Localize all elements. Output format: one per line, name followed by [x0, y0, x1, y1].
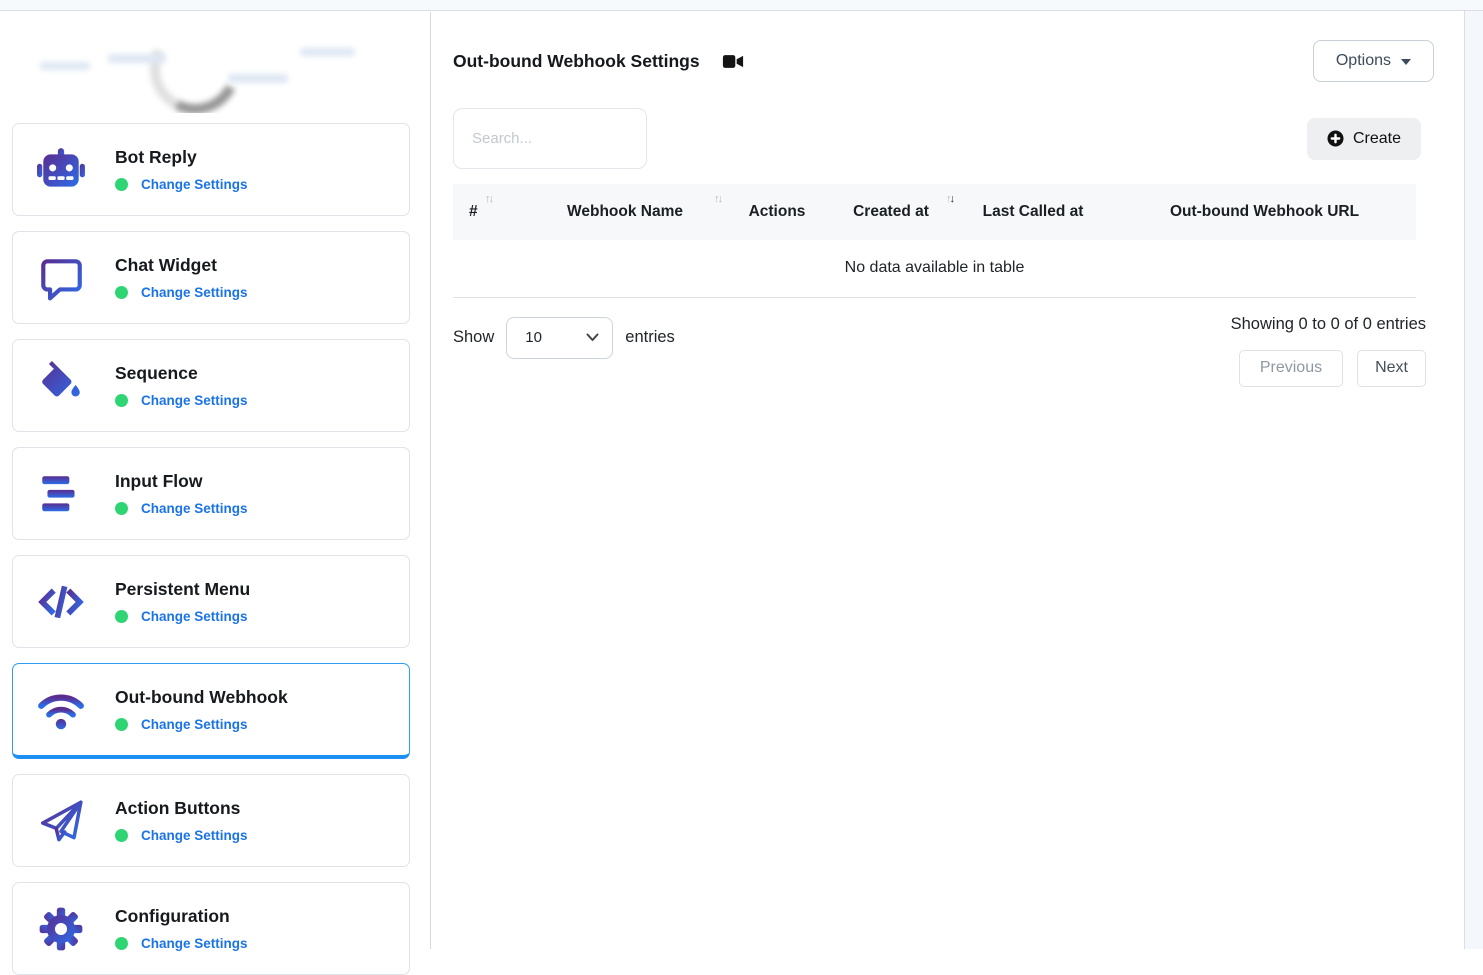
- video-camera-icon[interactable]: [722, 52, 744, 71]
- sidebar-card-configuration[interactable]: Configuration Change Settings: [12, 882, 410, 975]
- change-settings-link[interactable]: Change Settings: [141, 393, 248, 408]
- status-dot: [115, 718, 128, 731]
- previous-page-button[interactable]: Previous: [1239, 350, 1343, 387]
- change-settings-link[interactable]: Change Settings: [141, 285, 248, 300]
- create-button[interactable]: Create: [1307, 118, 1421, 160]
- plus-circle-icon: [1327, 130, 1344, 147]
- search-input[interactable]: [453, 108, 647, 169]
- status-dot: [115, 610, 128, 623]
- create-button-label: Create: [1353, 130, 1401, 148]
- card-title: Persistent Menu: [115, 579, 250, 600]
- robot-icon: [36, 145, 86, 195]
- table-header-row: # ↑↓ Webhook Name ↑↓ Actions Created at …: [453, 184, 1416, 240]
- column-header-webhook-name[interactable]: Webhook Name ↑↓: [525, 184, 725, 240]
- column-header-last-called-at: Last Called at: [953, 184, 1113, 240]
- gear-icon: [36, 904, 86, 954]
- sort-icon: ↑↓: [485, 193, 492, 205]
- chat-bubble-icon: [36, 253, 86, 303]
- status-dot: [115, 394, 128, 407]
- card-title: Action Buttons: [115, 798, 248, 819]
- card-title: Sequence: [115, 363, 248, 384]
- status-dot: [115, 937, 128, 950]
- change-settings-link[interactable]: Change Settings: [141, 717, 248, 732]
- next-page-button[interactable]: Next: [1357, 350, 1426, 387]
- sidebar-card-out-bound-webhook[interactable]: Out-bound Webhook Change Settings: [12, 663, 410, 759]
- page-size-select-control[interactable]: 10: [507, 318, 612, 358]
- code-icon: [36, 577, 86, 627]
- chevron-down-icon: [1401, 59, 1411, 65]
- sidebar-card-input-flow[interactable]: Input Flow Change Settings: [12, 447, 410, 540]
- sidebar-card-action-buttons[interactable]: Action Buttons Change Settings: [12, 774, 410, 867]
- paint-fill-icon: [36, 361, 86, 411]
- sort-icon: ↑↓: [714, 193, 721, 205]
- options-button-label: Options: [1336, 52, 1391, 70]
- entries-label: entries: [625, 328, 675, 347]
- pagination: Previous Next: [1239, 350, 1426, 387]
- paper-plane-icon: [36, 796, 86, 846]
- webhooks-table: # ↑↓ Webhook Name ↑↓ Actions Created at …: [453, 184, 1416, 298]
- page-size-select[interactable]: 10: [506, 317, 613, 359]
- change-settings-link[interactable]: Change Settings: [141, 609, 248, 624]
- column-header-outbound-url: Out-bound Webhook URL: [1113, 184, 1416, 240]
- change-settings-link[interactable]: Change Settings: [141, 501, 248, 516]
- sidebar-card-persistent-menu[interactable]: Persistent Menu Change Settings: [12, 555, 410, 648]
- status-dot: [115, 178, 128, 191]
- show-label: Show: [453, 328, 494, 347]
- status-dot: [115, 502, 128, 515]
- status-dot: [115, 286, 128, 299]
- column-header-created-at[interactable]: Created at ↑↓: [829, 184, 953, 240]
- card-title: Configuration: [115, 906, 248, 927]
- status-dot: [115, 829, 128, 842]
- empty-table-message: No data available in table: [453, 240, 1416, 297]
- sidebar: Bot Reply Change Settings Chat Widget Ch…: [0, 12, 431, 949]
- card-title: Input Flow: [115, 471, 248, 492]
- options-button[interactable]: Options: [1313, 40, 1434, 82]
- sidebar-card-list: Bot Reply Change Settings Chat Widget Ch…: [0, 113, 430, 975]
- sort-icon: ↑↓: [946, 193, 953, 205]
- card-title: Out-bound Webhook: [115, 687, 288, 708]
- change-settings-link[interactable]: Change Settings: [141, 828, 248, 843]
- card-title: Bot Reply: [115, 147, 248, 168]
- table-row: No data available in table: [453, 240, 1416, 297]
- page-title: Out-bound Webhook Settings: [453, 51, 700, 72]
- change-settings-link[interactable]: Change Settings: [141, 177, 248, 192]
- sidebar-card-bot-reply[interactable]: Bot Reply Change Settings: [12, 123, 410, 216]
- main-content: Out-bound Webhook Settings Options Creat…: [432, 12, 1464, 949]
- column-header-actions: Actions: [725, 184, 829, 240]
- wifi-icon: [36, 685, 86, 735]
- bars-icon: [36, 469, 86, 519]
- column-header-index[interactable]: # ↑↓: [453, 184, 525, 240]
- top-border-strip: [0, 0, 1483, 11]
- card-title: Chat Widget: [115, 255, 248, 276]
- sidebar-card-sequence[interactable]: Sequence Change Settings: [12, 339, 410, 432]
- table-info: Showing 0 to 0 of 0 entries: [1231, 315, 1426, 334]
- app-logo: [0, 12, 430, 113]
- scrollbar[interactable]: [1464, 11, 1483, 949]
- sidebar-card-chat-widget[interactable]: Chat Widget Change Settings: [12, 231, 410, 324]
